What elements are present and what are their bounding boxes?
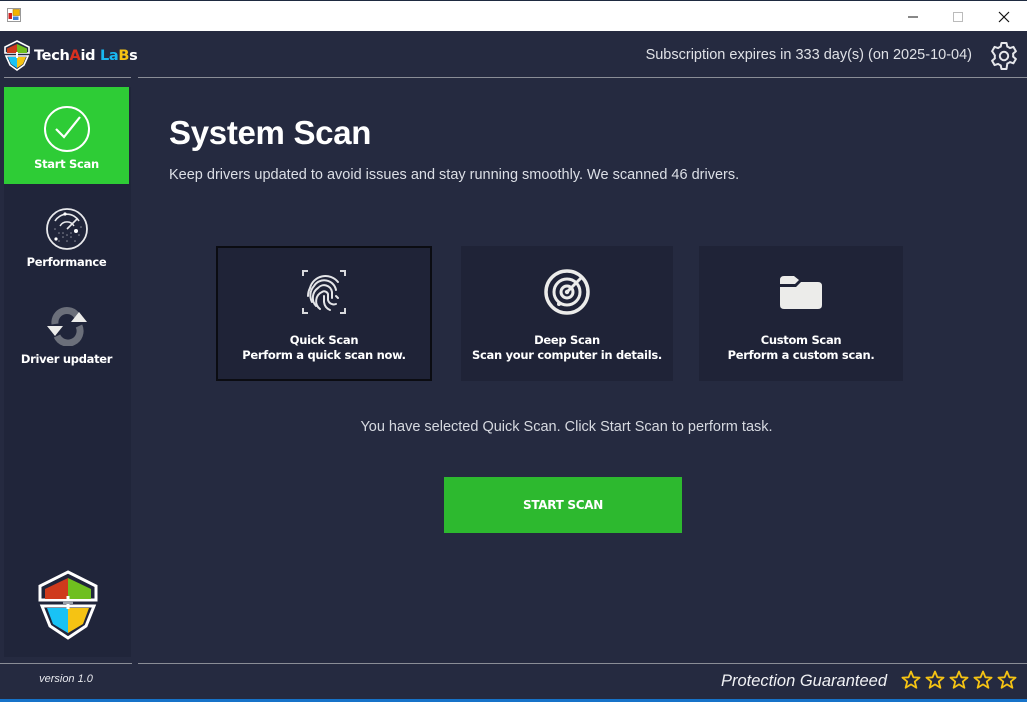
card-title: Quick Scan: [289, 333, 359, 347]
sidebar-item-driver-updater[interactable]: Driver updater: [4, 292, 129, 372]
rating-stars: [901, 670, 1017, 690]
app-window: TechAid LaBs Subscription expires in 333…: [0, 31, 1027, 702]
star-icon: [949, 670, 969, 689]
divider: [4, 77, 131, 78]
version-label: version 1.0: [39, 673, 93, 685]
sidebar-item-label: Performance: [26, 255, 107, 269]
radar-icon: [45, 208, 88, 250]
shield-logo-icon: [4, 40, 30, 71]
close-icon: [998, 11, 1010, 22]
brand-name: TechAid LaBs: [34, 48, 138, 64]
card-subtitle: Scan your computer in details.: [472, 348, 662, 362]
divider: [138, 663, 1027, 664]
radar-icon: [544, 269, 590, 315]
divider: [0, 663, 132, 664]
star-icon: [925, 670, 945, 689]
maximize-button[interactable]: [935, 1, 981, 32]
app-icon: [7, 8, 21, 22]
divider: [138, 77, 1027, 78]
start-scan-button[interactable]: START SCAN: [444, 477, 682, 533]
sidebar-item-start-scan[interactable]: Start Scan: [4, 87, 129, 184]
card-title: Custom Scan: [760, 333, 842, 347]
page-description: Keep drivers updated to avoid issues and…: [169, 167, 740, 183]
selection-status: You have selected Quick Scan. Click Star…: [360, 419, 773, 435]
card-subtitle: Perform a custom scan.: [727, 348, 875, 362]
subscription-status: Subscription expires in 333 day(s) (on 2…: [645, 47, 972, 63]
page-title: System Scan: [169, 114, 372, 151]
star-icon: [997, 670, 1017, 689]
protection-guaranteed-label: Protection Guaranteed: [720, 672, 887, 690]
folder-icon: [780, 276, 822, 309]
sidebar: Start Scan Performance Driver updater: [4, 87, 131, 657]
refresh-icon: [46, 307, 87, 346]
sidebar-item-label: Start Scan: [34, 157, 99, 171]
custom-scan-card[interactable]: Custom Scan Perform a custom scan.: [699, 246, 903, 381]
shield-logo-icon: [38, 570, 98, 640]
sidebar-item-performance[interactable]: Performance: [4, 191, 129, 271]
minimize-icon: [908, 16, 918, 17]
window-titlebar: [0, 0, 1027, 31]
card-title: Deep Scan: [534, 333, 600, 347]
sidebar-item-label: Driver updater: [20, 352, 113, 366]
star-icon: [901, 670, 921, 689]
fingerprint-icon: [302, 270, 346, 314]
close-button[interactable]: [981, 1, 1027, 32]
check-circle-icon: [43, 106, 90, 152]
quick-scan-card[interactable]: Quick Scan Perform a quick scan now.: [216, 246, 432, 381]
card-subtitle: Perform a quick scan now.: [242, 348, 406, 362]
maximize-icon: [953, 11, 963, 22]
star-icon: [973, 670, 993, 689]
gear-icon[interactable]: [989, 41, 1019, 71]
minimize-button[interactable]: [890, 1, 936, 32]
brand-logo: TechAid LaBs: [3, 40, 138, 72]
deep-scan-card[interactable]: Deep Scan Scan your computer in details.: [461, 246, 673, 381]
